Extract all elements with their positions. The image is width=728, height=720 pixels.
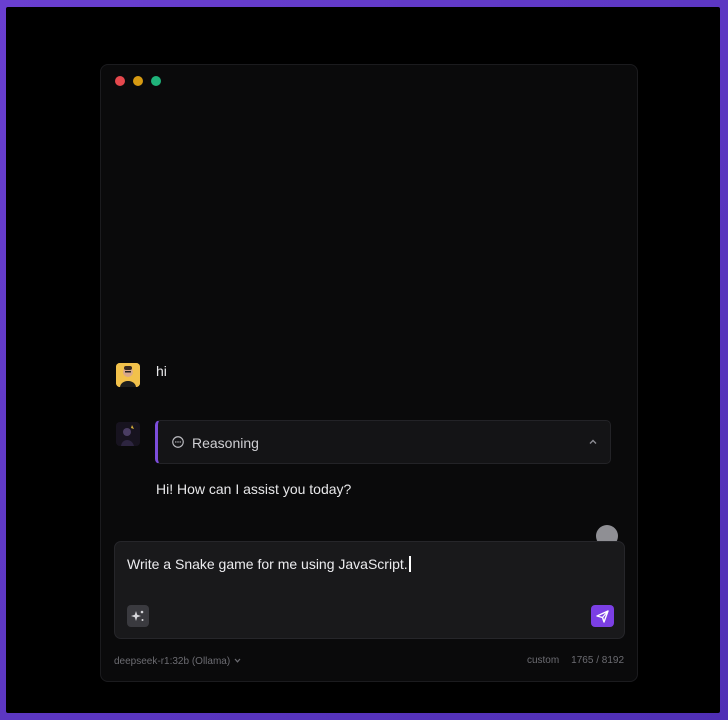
- tools-button[interactable]: [127, 605, 149, 627]
- reasoning-toggle[interactable]: Reasoning: [155, 420, 611, 464]
- close-window-button[interactable]: [115, 76, 125, 86]
- mode-label: custom: [526, 655, 560, 666]
- text-cursor: [408, 556, 411, 572]
- chat-window: hi Reasoning Hi! How can I assist you to…: [100, 64, 638, 682]
- model-name: deepseek-r1:32b (Ollama): [114, 656, 231, 667]
- backdrop: hi Reasoning Hi! How can I assist you to…: [6, 7, 720, 713]
- user-message: hi: [156, 363, 167, 379]
- send-icon: [596, 610, 609, 623]
- model-selector[interactable]: deepseek-r1:32b (Ollama): [114, 655, 241, 667]
- assistant-message: Hi! How can I assist you today?: [156, 481, 352, 497]
- send-button[interactable]: [591, 605, 614, 627]
- chevron-down-icon: [234, 655, 241, 666]
- message-composer[interactable]: Write a Snake game for me using JavaScri…: [114, 541, 625, 639]
- token-count: 1765 / 8192: [571, 655, 624, 666]
- prompt-text: Write a Snake game for me using JavaScri…: [127, 556, 408, 572]
- prompt-input[interactable]: Write a Snake game for me using JavaScri…: [127, 556, 411, 572]
- user-avatar-image: [116, 363, 140, 387]
- maximize-window-button[interactable]: [151, 76, 161, 86]
- sparkle-icon: [131, 610, 144, 621]
- assistant-avatar-image: [116, 422, 140, 446]
- chevron-up-icon: [589, 439, 597, 444]
- minimize-window-button[interactable]: [133, 76, 143, 86]
- reasoning-label: Reasoning: [192, 435, 259, 451]
- assistant-avatar: [116, 422, 140, 446]
- chat-bubble-icon: [172, 436, 184, 448]
- context-stats: custom 1765 / 8192: [527, 655, 624, 666]
- user-avatar: [116, 363, 140, 387]
